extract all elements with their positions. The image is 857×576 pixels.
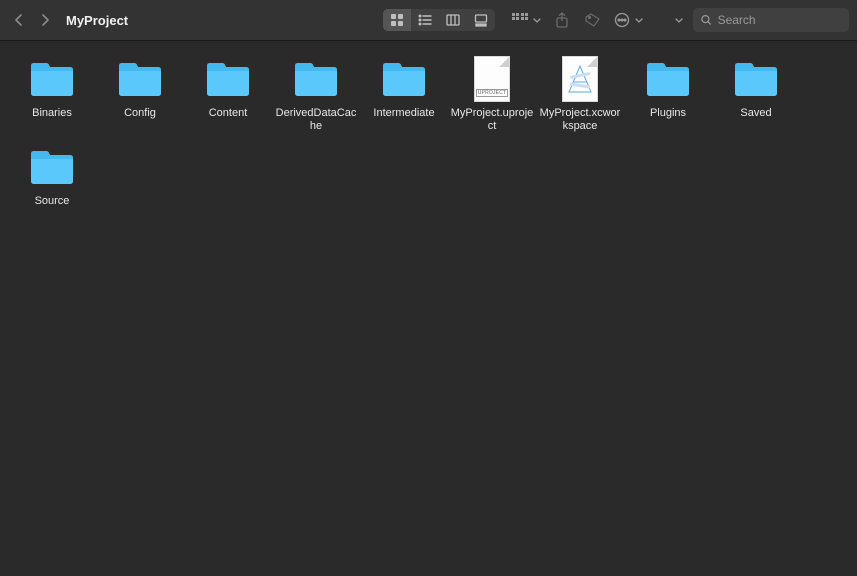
file-label: MyProject.uproject (450, 107, 534, 133)
file-item[interactable]: Plugins (624, 55, 712, 133)
file-label: Plugins (650, 107, 686, 120)
search-field[interactable] (693, 8, 849, 32)
folder-icon (288, 55, 344, 103)
gallery-view-button[interactable] (467, 9, 495, 31)
file-label: MyProject.xcworkspace (538, 107, 622, 133)
chevron-down-icon (635, 11, 643, 29)
chevron-down-icon (533, 11, 541, 29)
folder-icon (640, 55, 696, 103)
column-view-button[interactable] (439, 9, 467, 31)
ellipsis-circle-icon (609, 9, 635, 31)
file-grid: Binaries Config Content DerivedDataCache… (0, 41, 857, 228)
folder-icon (24, 55, 80, 103)
file-item[interactable]: Source (8, 143, 96, 208)
view-switcher (383, 9, 495, 31)
group-icon (507, 9, 533, 31)
file-item[interactable]: MyProject.xcworkspace (536, 55, 624, 133)
chevron-down-icon[interactable] (675, 11, 683, 29)
file-item[interactable]: Intermediate (360, 55, 448, 133)
folder-icon (376, 55, 432, 103)
folder-icon (200, 55, 256, 103)
folder-icon (728, 55, 784, 103)
file-label: Saved (740, 107, 771, 120)
toolbar: MyProject (0, 0, 857, 41)
back-button[interactable] (8, 9, 30, 31)
icon-view-button[interactable] (383, 9, 411, 31)
file-item[interactable]: DerivedDataCache (272, 55, 360, 133)
forward-button[interactable] (34, 9, 56, 31)
file-item[interactable]: Saved (712, 55, 800, 133)
folder-icon (24, 143, 80, 191)
action-menu[interactable] (607, 9, 643, 31)
file-label: Binaries (32, 107, 72, 120)
window-title: MyProject (66, 13, 128, 28)
search-icon (701, 14, 712, 26)
share-button[interactable] (549, 9, 575, 31)
tags-button[interactable] (579, 9, 605, 31)
file-item[interactable]: UPROJECT MyProject.uproject (448, 55, 536, 133)
file-item[interactable]: Binaries (8, 55, 96, 133)
group-by[interactable] (505, 9, 541, 31)
uproject-icon: UPROJECT (464, 55, 520, 103)
file-label: Intermediate (373, 107, 434, 120)
folder-icon (112, 55, 168, 103)
file-label: DerivedDataCache (274, 107, 358, 133)
list-view-button[interactable] (411, 9, 439, 31)
nav-arrows (8, 9, 56, 31)
file-item[interactable]: Config (96, 55, 184, 133)
file-label: Source (35, 195, 70, 208)
file-item[interactable]: Content (184, 55, 272, 133)
xcworkspace-icon (552, 55, 608, 103)
file-label: Config (124, 107, 156, 120)
file-label: Content (209, 107, 248, 120)
search-input[interactable] (718, 13, 841, 27)
